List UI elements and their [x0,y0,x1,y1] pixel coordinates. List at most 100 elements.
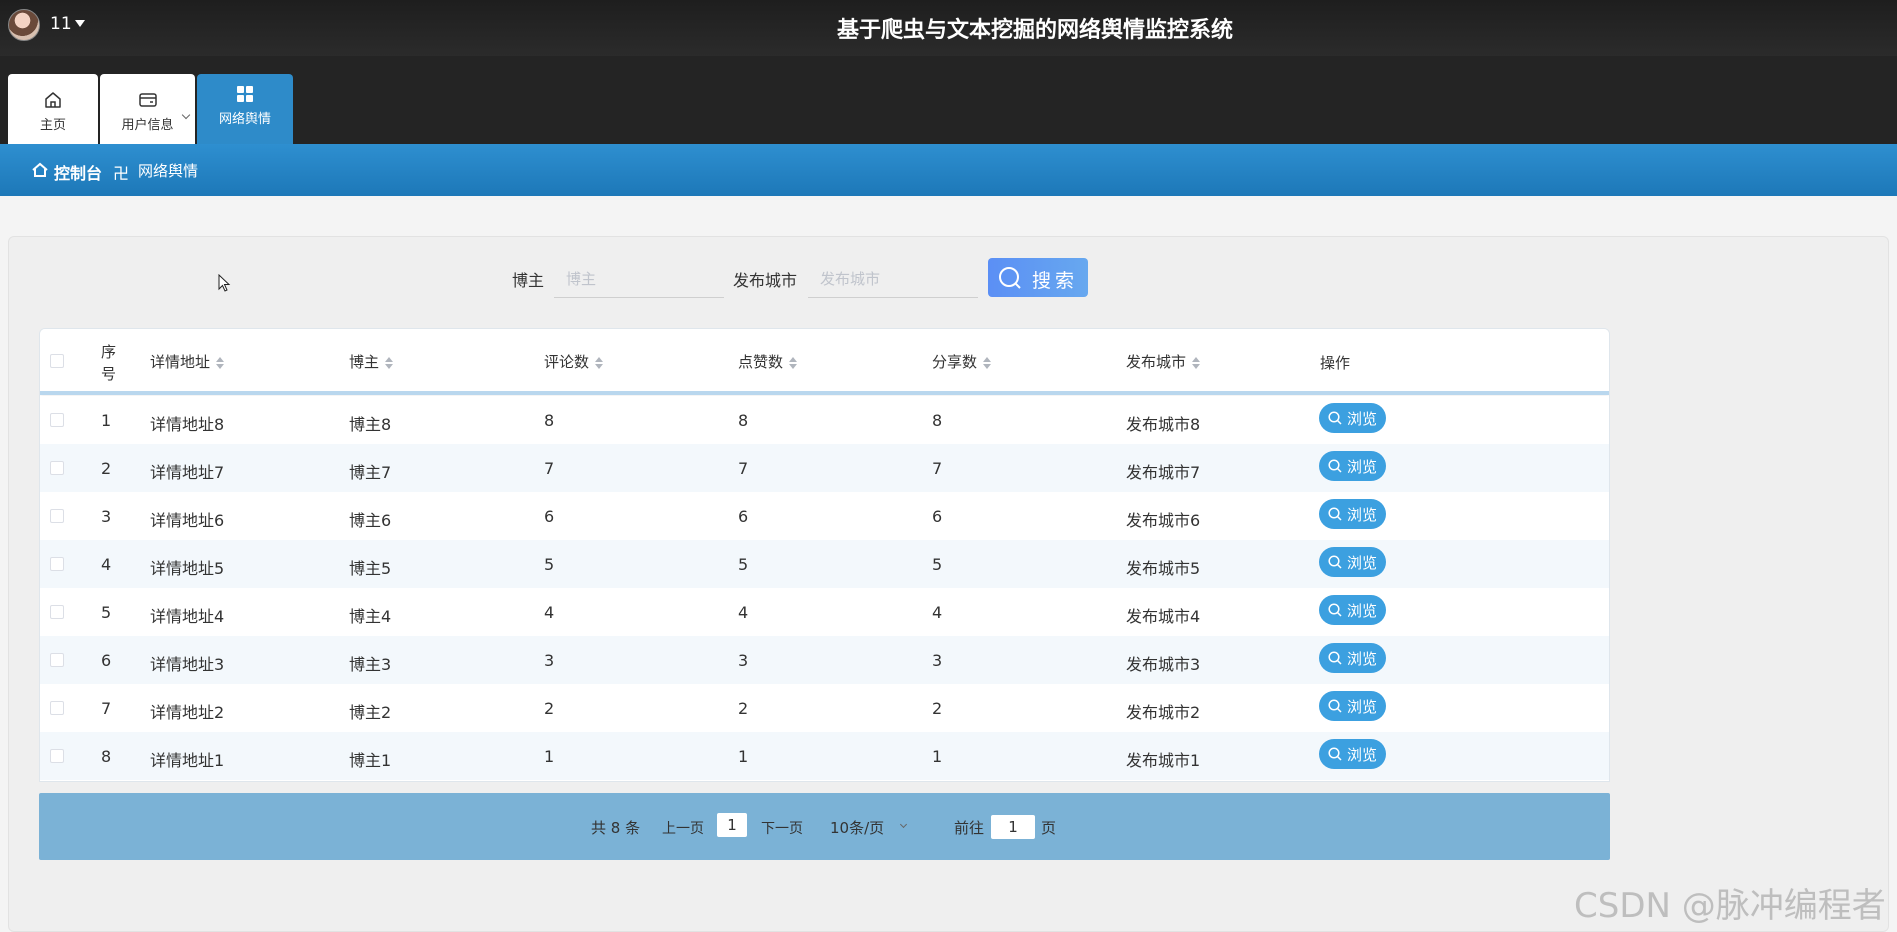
sort-icon[interactable] [789,356,798,369]
table-body: 1 详情地址8 博主8 8 8 8 发布城市8 浏览 2 详情地址7 博主7 7… [40,396,1609,780]
prev-page-button[interactable]: 上一页 [662,818,704,838]
cell-likes: 2 [738,699,749,718]
row-checkbox[interactable] [50,461,64,475]
cell-author: 博主1 [349,751,392,770]
tab-public-opinion[interactable]: 网络舆情 [197,74,293,144]
row-checkbox[interactable] [50,701,64,715]
cell-author: 博主6 [349,511,392,530]
tab-user-info-label: 用户信息 [121,118,174,133]
author-label: 博主 [512,271,545,290]
mouse-cursor-icon [218,274,231,292]
cell-shares: 7 [932,459,943,478]
row-checkbox[interactable] [50,509,64,523]
view-button[interactable]: 浏览 [1319,451,1386,481]
column-header-index: 序号 [101,343,117,383]
table-row: 4 详情地址5 博主5 5 5 5 发布城市5 浏览 [40,540,1609,588]
home-icon [45,92,61,108]
cell-city: 发布城市1 [1126,751,1201,770]
cell-author: 博主3 [349,655,392,674]
city-search-input[interactable] [808,260,978,298]
cell-url: 详情地址8 [150,415,225,434]
column-header-shares[interactable]: 分享数 [932,351,992,372]
column-header-url[interactable]: 详情地址 [150,351,225,372]
breadcrumb-current: 网络舆情 [138,162,199,180]
cell-url: 详情地址5 [150,559,225,578]
cell-comments: 3 [544,651,555,670]
column-header-likes[interactable]: 点赞数 [738,351,798,372]
view-button[interactable]: 浏览 [1319,691,1386,721]
cell-url: 详情地址6 [150,511,225,530]
view-button[interactable]: 浏览 [1319,547,1386,577]
cell-city: 发布城市3 [1126,655,1201,674]
cell-index: 4 [101,555,112,574]
row-checkbox[interactable] [50,605,64,619]
app-title: 基于爬虫与文本挖掘的网络舆情监控系统 [836,18,1233,43]
row-checkbox[interactable] [50,557,64,571]
cell-index: 5 [101,603,112,622]
author-search-input[interactable] [554,260,724,298]
cell-author: 博主5 [349,559,392,578]
cell-index: 2 [101,459,112,478]
next-page-button[interactable]: 下一页 [761,818,803,838]
goto-page-input[interactable] [991,815,1035,839]
view-button[interactable]: 浏览 [1319,403,1386,433]
view-button[interactable]: 浏览 [1319,739,1386,769]
sort-icon[interactable] [1192,356,1201,369]
chevron-down-icon[interactable] [899,820,908,829]
page-size-select[interactable]: 10条/页 [830,817,884,838]
nav-bar: 主页 用户信息 网络舆情 [0,56,1897,144]
watermark: CSDN @脉冲编程者 [1574,886,1886,926]
view-button[interactable]: 浏览 [1319,499,1386,529]
table-row: 7 详情地址2 博主2 2 2 2 发布城市2 浏览 [40,684,1609,732]
tab-user-info[interactable]: 用户信息 [100,74,195,144]
column-header-comments[interactable]: 评论数 [544,351,604,372]
cell-comments: 2 [544,699,555,718]
cell-city: 发布城市5 [1126,559,1201,578]
row-checkbox[interactable] [50,653,64,667]
view-button-label: 浏览 [1347,554,1378,572]
cell-author: 博主4 [349,607,392,626]
row-checkbox[interactable] [50,413,64,427]
search-icon [1328,747,1342,761]
search-icon [1328,651,1342,665]
cell-likes: 3 [738,651,749,670]
breadcrumb-home[interactable]: 控制台 [54,160,102,184]
column-header-author[interactable]: 博主 [349,351,394,372]
sort-icon[interactable] [216,356,225,369]
search-button-label: 搜索 [1032,270,1079,292]
cell-likes: 5 [738,555,749,574]
cell-likes: 6 [738,507,749,526]
cell-city: 发布城市7 [1126,463,1201,482]
cell-author: 博主7 [349,463,392,482]
column-header-author-label: 博主 [349,353,380,371]
sort-icon[interactable] [385,356,394,369]
breadcrumb-separator: 卍 [113,164,130,183]
view-button-label: 浏览 [1347,602,1378,620]
current-page[interactable]: 1 [717,813,747,837]
home-icon [32,162,48,177]
cell-city: 发布城市4 [1126,607,1201,626]
cell-index: 3 [101,507,112,526]
sort-icon[interactable] [983,356,992,369]
search-button[interactable]: 搜索 [988,258,1088,297]
table-row: 2 详情地址7 博主7 7 7 7 发布城市7 浏览 [40,444,1609,492]
cell-city: 发布城市8 [1126,415,1201,434]
tab-home[interactable]: 主页 [8,74,98,144]
cell-index: 8 [101,747,112,766]
view-button[interactable]: 浏览 [1319,643,1386,673]
row-checkbox[interactable] [50,749,64,763]
view-button[interactable]: 浏览 [1319,595,1386,625]
view-button-label: 浏览 [1347,698,1378,716]
cell-city: 发布城市6 [1126,511,1201,530]
sort-icon[interactable] [595,356,604,369]
cell-likes: 8 [738,411,749,430]
column-header-likes-label: 点赞数 [738,353,784,371]
cell-shares: 8 [932,411,943,430]
cell-comments: 5 [544,555,555,574]
pagination-total: 共 8 条 [591,819,641,837]
column-header-city[interactable]: 发布城市 [1126,351,1201,372]
cell-index: 7 [101,699,112,718]
search-icon [1328,555,1342,569]
select-all-checkbox[interactable] [50,354,64,368]
table-row: 8 详情地址1 博主1 1 1 1 发布城市1 浏览 [40,732,1609,780]
